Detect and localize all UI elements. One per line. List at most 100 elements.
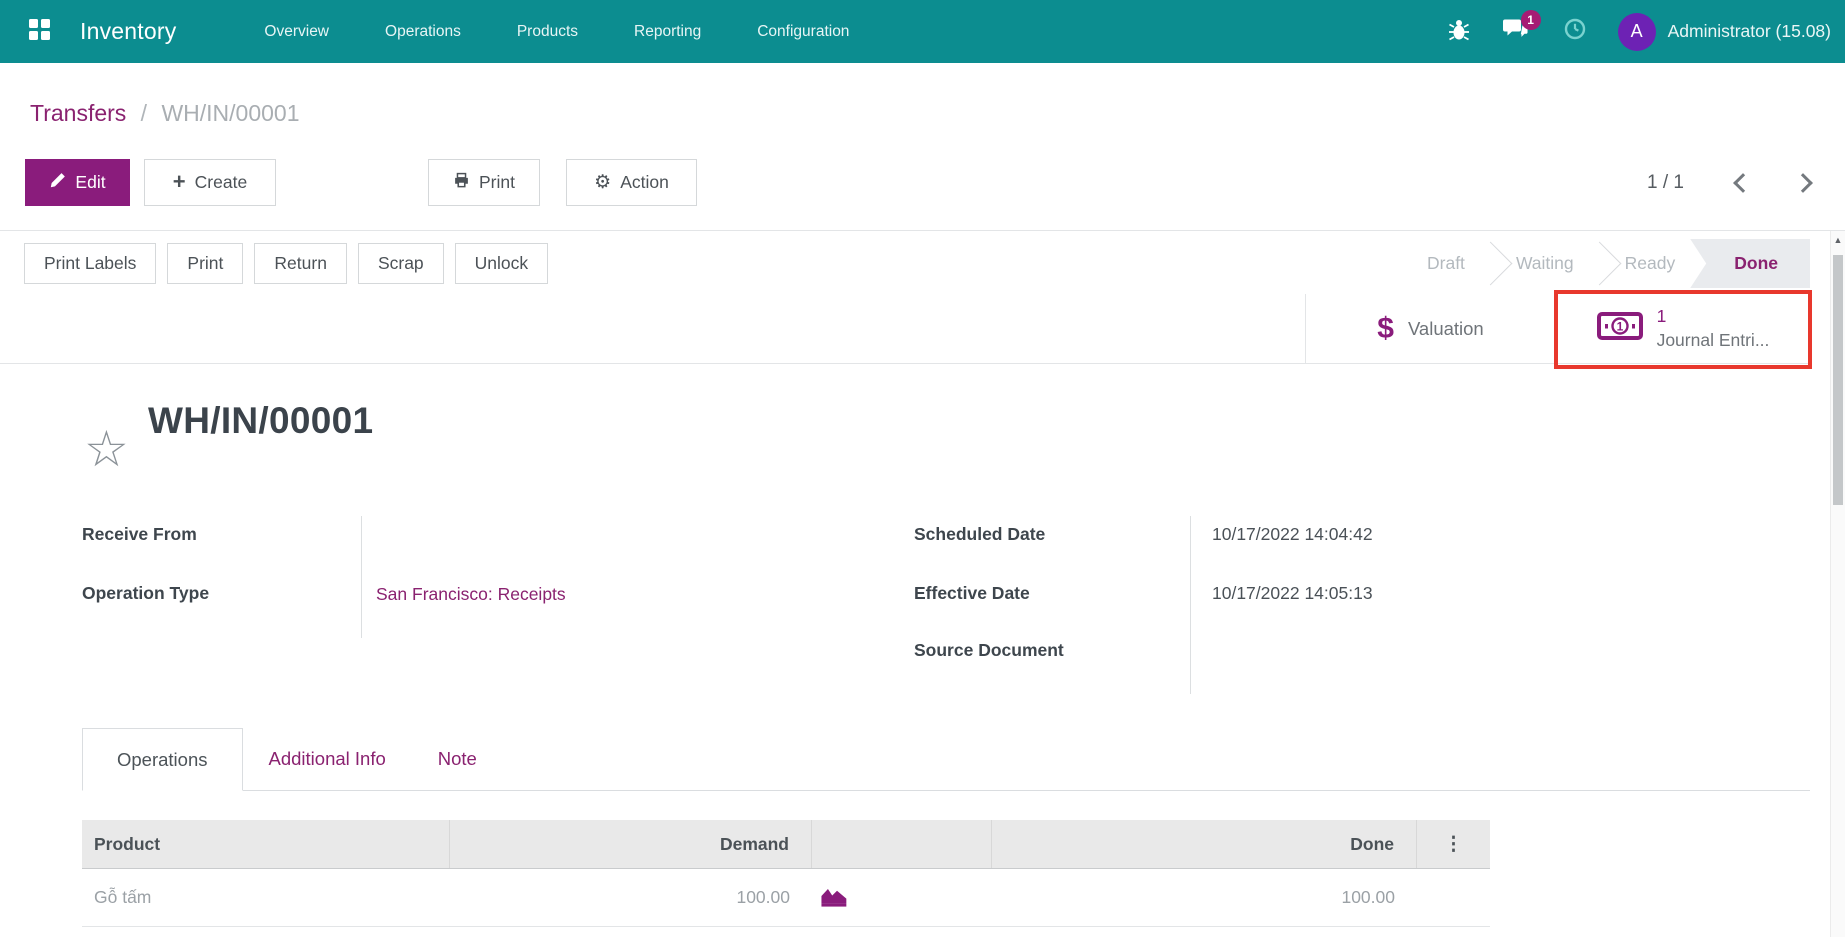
- scrollbar-thumb[interactable]: [1833, 255, 1843, 505]
- clock-icon: [1563, 17, 1587, 46]
- stage-chevron-separator: [1468, 241, 1513, 286]
- user-avatar: A: [1617, 12, 1656, 51]
- odoo-inventory-transfer-page: Inventory Overview Operations Products R…: [0, 0, 1845, 937]
- print-labels-button[interactable]: Print Labels: [24, 243, 157, 284]
- action-menu-button[interactable]: ⚙ Action: [566, 159, 697, 206]
- user-name: Administrator (15.08): [1667, 21, 1831, 41]
- breadcrumb-current-record: WH/IN/00001: [161, 100, 300, 126]
- journal-entries-label: Journal Entri...: [1656, 329, 1770, 350]
- messages-count-badge: 1: [1520, 9, 1541, 30]
- cell-forecast: [812, 884, 992, 912]
- field-separator: [1190, 516, 1191, 694]
- record-pager: 1 / 1: [1647, 166, 1813, 200]
- gear-icon: ⚙: [594, 172, 612, 193]
- journal-entries-text: 1 Journal Entri...: [1657, 305, 1770, 352]
- bug-icon: [1448, 17, 1470, 47]
- menu-reporting[interactable]: Reporting: [634, 23, 701, 41]
- print-menu-button[interactable]: Print: [428, 159, 540, 206]
- vertical-scrollbar[interactable]: ▲: [1830, 231, 1845, 937]
- valuation-smart-button[interactable]: $ Valuation: [1305, 294, 1555, 363]
- notebook-tabs: Operations Additional Info Note: [82, 728, 1810, 791]
- messages-button[interactable]: 1: [1502, 9, 1541, 47]
- favorite-star-icon[interactable]: ☆: [84, 424, 129, 474]
- optional-columns-toggle-icon[interactable]: ⋮: [1444, 834, 1463, 855]
- pencil-icon: [49, 172, 66, 194]
- record-title: WH/IN/00001: [148, 400, 374, 441]
- table-header-row: Product Demand Done ⋮: [82, 820, 1490, 869]
- field-separator: [361, 516, 362, 638]
- main-menu: Overview Operations Products Reporting C…: [264, 23, 849, 41]
- navbar-right: 1 A Administrator (15.08): [1444, 9, 1831, 51]
- svg-text:1: 1: [1616, 320, 1623, 334]
- pager-next-icon[interactable]: [1793, 173, 1813, 193]
- print-menu-label: Print: [479, 172, 515, 192]
- return-button[interactable]: Return: [254, 243, 347, 284]
- receive-from-label: Receive From: [82, 524, 197, 544]
- tab-note[interactable]: Note: [412, 728, 503, 790]
- cell-product: Gỗ tấm: [94, 887, 152, 907]
- create-button[interactable]: + Create: [144, 159, 276, 206]
- menu-configuration[interactable]: Configuration: [757, 23, 849, 41]
- action-menu-label: Action: [620, 172, 669, 192]
- apps-menu-button[interactable]: [22, 15, 56, 49]
- money-bill-icon: 1: [1596, 311, 1643, 346]
- tab-operations[interactable]: Operations: [82, 728, 243, 791]
- breadcrumb: Transfers / WH/IN/00001: [30, 100, 300, 127]
- scheduled-date-label: Scheduled Date: [914, 524, 1046, 544]
- stage-done-active[interactable]: Done: [1690, 239, 1810, 288]
- top-navbar: Inventory Overview Operations Products R…: [0, 0, 1845, 63]
- scheduled-date-value: 10/17/2022 14:04:42: [1212, 524, 1373, 544]
- debug-bug-button[interactable]: [1444, 17, 1474, 47]
- effective-date-label: Effective Date: [914, 583, 1030, 603]
- print-action-group: Print ⚙ Action: [428, 159, 697, 206]
- edit-button-label: Edit: [75, 172, 106, 192]
- breadcrumb-transfers-link[interactable]: Transfers: [30, 100, 126, 126]
- apps-grid-icon: [28, 18, 50, 45]
- column-header-demand[interactable]: Demand: [450, 820, 812, 868]
- cell-done: 100.00: [1341, 887, 1395, 907]
- control-panel-divider: [0, 230, 1845, 231]
- journal-entries-count: 1: [1656, 305, 1667, 326]
- effective-date-value: 10/17/2022 14:05:13: [1212, 583, 1373, 603]
- tab-additional-info[interactable]: Additional Info: [243, 728, 412, 790]
- pager-count[interactable]: 1 / 1: [1647, 172, 1684, 194]
- valuation-label: Valuation: [1407, 317, 1484, 339]
- column-header-done[interactable]: Done: [992, 820, 1417, 868]
- edit-button[interactable]: Edit: [25, 159, 130, 206]
- unlock-button[interactable]: Unlock: [454, 243, 549, 284]
- area-chart-icon[interactable]: [820, 884, 848, 912]
- operations-table: Product Demand Done ⋮ Gỗ tấm 100.00 100.…: [82, 820, 1490, 927]
- source-document-label: Source Document: [914, 640, 1064, 660]
- smart-button-box: $ Valuation 1 1 Journal Entri...: [0, 290, 1812, 369]
- optional-columns-cell: ⋮: [1417, 834, 1490, 855]
- stage-draft[interactable]: Draft: [1421, 239, 1471, 288]
- printer-icon: [453, 172, 470, 194]
- breadcrumb-separator: /: [140, 100, 148, 126]
- create-button-label: Create: [194, 172, 248, 192]
- activities-clock-button[interactable]: [1560, 17, 1590, 47]
- column-header-forecast: [812, 820, 992, 868]
- menu-overview[interactable]: Overview: [264, 23, 329, 41]
- menu-products[interactable]: Products: [517, 23, 578, 41]
- menu-operations[interactable]: Operations: [385, 23, 461, 41]
- user-menu[interactable]: A Administrator (15.08): [1617, 12, 1831, 51]
- cell-demand: 100.00: [736, 887, 790, 907]
- form-header-buttons: Print Labels Print Return Scrap Unlock: [24, 243, 549, 284]
- scrap-button[interactable]: Scrap: [357, 243, 444, 284]
- operation-type-label: Operation Type: [82, 583, 210, 603]
- plus-icon: +: [172, 168, 186, 194]
- app-name[interactable]: Inventory: [80, 18, 176, 45]
- dollar-icon: $: [1377, 311, 1394, 345]
- stage-ready[interactable]: Ready: [1619, 239, 1682, 288]
- operation-type-value[interactable]: San Francisco: Receipts: [376, 584, 566, 605]
- status-bar: Draft Waiting Ready Done: [1421, 239, 1810, 288]
- table-row[interactable]: Gỗ tấm 100.00 100.00: [82, 869, 1490, 927]
- stage-chevron-separator: [1577, 241, 1622, 286]
- journal-entries-smart-button[interactable]: 1 1 Journal Entri...: [1554, 290, 1812, 369]
- pager-previous-icon[interactable]: [1733, 173, 1753, 193]
- edit-create-group: Edit + Create: [25, 159, 276, 206]
- stage-waiting[interactable]: Waiting: [1510, 239, 1580, 288]
- scrollbar-up-arrow-icon[interactable]: ▲: [1831, 231, 1845, 249]
- column-header-product[interactable]: Product: [82, 820, 450, 868]
- print-button[interactable]: Print: [167, 243, 244, 284]
